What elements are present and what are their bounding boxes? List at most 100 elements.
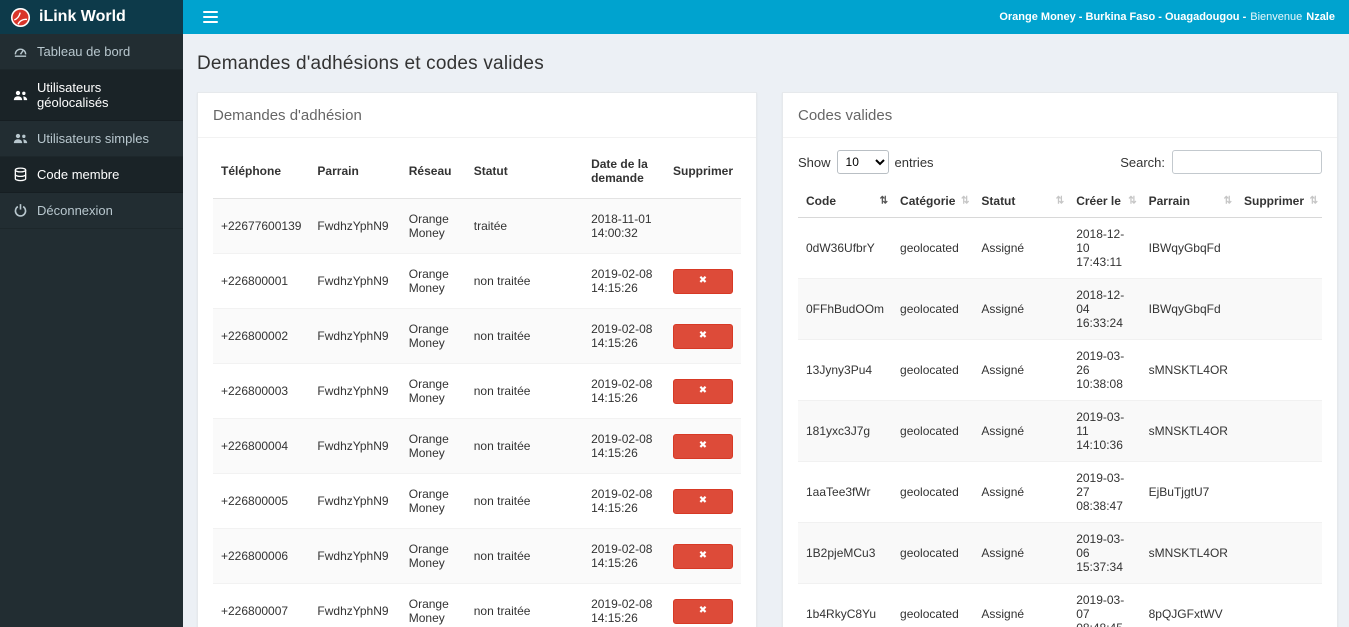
- adhesions-table: Téléphone Parrain Réseau Statut Date de …: [213, 144, 741, 627]
- categorie-cell: geolocated: [892, 339, 974, 401]
- sidebar-item-code-membre[interactable]: Code membre: [0, 157, 183, 193]
- codes-table: Code ⇅ Catégorie ⇅ Statut ⇅ Créer le ⇅ P…: [798, 185, 1322, 627]
- date-cell: 2019-03-07 08:48:45: [1068, 583, 1141, 627]
- brand: iLink World: [0, 0, 183, 34]
- adhesions-panel-title: Demandes d'adhésion: [198, 105, 756, 138]
- show-label: Show: [798, 154, 831, 170]
- sidebar-item-label: Déconnexion: [37, 203, 113, 218]
- delete-button[interactable]: ✖: [672, 598, 733, 624]
- table-row: +226800003 FwdhzYphN9 Orange Money non t…: [213, 363, 741, 419]
- column-header-sortable[interactable]: Parrain ⇅: [1140, 185, 1236, 218]
- reseau-cell: Orange Money: [400, 308, 466, 364]
- statut-cell: Assigné: [973, 583, 1069, 627]
- categorie-cell: geolocated: [892, 522, 974, 584]
- delete-button[interactable]: ✖: [672, 323, 733, 349]
- column-header-sortable[interactable]: Créer le ⇅: [1068, 185, 1141, 218]
- reseau-cell: Orange Money: [400, 253, 466, 309]
- delete-cell: ✖: [664, 308, 741, 364]
- statut-cell: traitée: [465, 198, 584, 254]
- delete-button[interactable]: ✖: [672, 268, 733, 294]
- page-length-select[interactable]: 10: [836, 150, 889, 174]
- column-header: Réseau: [400, 144, 466, 199]
- delete-button[interactable]: ✖: [672, 543, 733, 569]
- supprimer-cell: [1235, 278, 1322, 340]
- parrain-cell: sMNSKTL4OR: [1140, 339, 1236, 401]
- codes-header-row: Code ⇅ Catégorie ⇅ Statut ⇅ Créer le ⇅ P…: [798, 185, 1322, 218]
- supprimer-cell: [1235, 522, 1322, 584]
- delete-cell: ✖: [664, 363, 741, 419]
- parrain-cell: FwdhzYphN9: [309, 583, 401, 627]
- menu-toggle-button[interactable]: [197, 7, 224, 27]
- parrain-cell: 8pQJGFxtWV: [1140, 583, 1236, 627]
- categorie-cell: geolocated: [892, 400, 974, 462]
- statut-cell: Assigné: [973, 522, 1069, 584]
- sidebar-item-utilisateurs-simples[interactable]: Utilisateurs simples: [0, 121, 183, 157]
- globe-logo-icon: [10, 7, 31, 27]
- table-row: +226800001 FwdhzYphN9 Orange Money non t…: [213, 253, 741, 309]
- statut-cell: non traitée: [465, 308, 584, 364]
- table-row: 1B2pjeMCu3 geolocated Assigné 2019-03-06…: [798, 522, 1322, 584]
- sidebar-item-label: Utilisateurs géolocalisés: [37, 80, 109, 110]
- reseau-cell: Orange Money: [400, 418, 466, 474]
- column-header: Téléphone: [213, 144, 310, 199]
- date-cell: 2019-02-08 14:15:26: [583, 253, 665, 309]
- statut-cell: Assigné: [973, 217, 1069, 279]
- user-context: Orange Money - Burkina Faso - Ouagadougo…: [999, 11, 1247, 23]
- column-header-sortable[interactable]: Code ⇅: [798, 185, 893, 218]
- column-header-sortable[interactable]: Catégorie ⇅: [892, 185, 974, 218]
- column-header-sortable[interactable]: Supprimer ⇅: [1235, 185, 1322, 218]
- delete-button[interactable]: ✖: [672, 378, 733, 404]
- delete-icon: ✖: [698, 440, 708, 451]
- delete-cell: ✖: [664, 528, 741, 584]
- date-cell: 2019-02-08 14:15:26: [583, 363, 665, 419]
- delete-cell: ✖: [664, 473, 741, 529]
- statut-cell: Assigné: [973, 278, 1069, 340]
- power-icon: [14, 204, 27, 217]
- phone-cell: +226800005: [213, 473, 310, 529]
- sidebar-item-label: Code membre: [37, 167, 120, 182]
- sidebar-item-utilisateurs-geolocalises[interactable]: Utilisateurs géolocalisés: [0, 70, 183, 121]
- sort-icon: ⇅: [1055, 195, 1065, 207]
- table-row: +226800002 FwdhzYphN9 Orange Money non t…: [213, 308, 741, 364]
- statut-cell: Assigné: [973, 339, 1069, 401]
- datatable-controls: Show 10 entries Search:: [798, 150, 1322, 174]
- delete-button[interactable]: ✖: [672, 488, 733, 514]
- top-bar: iLink World Orange Money - Burkina Faso …: [0, 0, 1349, 34]
- delete-cell: ✖: [664, 418, 741, 474]
- delete-button[interactable]: ✖: [672, 433, 733, 459]
- panels-row: Demandes d'adhésion Téléphone Parrain Ré…: [197, 92, 1338, 627]
- code-cell: 1B2pjeMCu3: [798, 522, 893, 584]
- delete-icon: ✖: [698, 605, 708, 616]
- entries-label: entries: [894, 154, 934, 170]
- sidebar-item-tableau-de-bord[interactable]: Tableau de bord: [0, 34, 183, 70]
- sidebar-item-deconnexion[interactable]: Déconnexion: [0, 193, 183, 229]
- table-row: +226800005 FwdhzYphN9 Orange Money non t…: [213, 473, 741, 529]
- table-row: 1b4RkyC8Yu geolocated Assigné 2019-03-07…: [798, 583, 1322, 627]
- column-header: Statut: [465, 144, 584, 199]
- hamburger-icon: [203, 11, 218, 13]
- phone-cell: +226800001: [213, 253, 310, 309]
- search-input[interactable]: [1172, 150, 1322, 174]
- date-cell: 2019-03-11 14:10:36: [1068, 400, 1141, 462]
- search-label: Search:: [1120, 154, 1165, 170]
- welcome-text: Bienvenue: [1250, 11, 1303, 23]
- date-cell: 2018-12-10 17:43:11: [1068, 217, 1141, 279]
- column-header-sortable[interactable]: Statut ⇅: [973, 185, 1069, 218]
- table-row: +226800004 FwdhzYphN9 Orange Money non t…: [213, 418, 741, 474]
- sidebar-item-label: Tableau de bord: [37, 44, 131, 59]
- delete-icon: ✖: [698, 275, 708, 286]
- date-cell: 2019-02-08 14:15:26: [583, 473, 665, 529]
- parrain-cell: EjBuTjgtU7: [1140, 461, 1236, 523]
- statut-cell: non traitée: [465, 418, 584, 474]
- phone-cell: +22677600139: [213, 198, 310, 254]
- delete-icon: ✖: [698, 550, 708, 561]
- parrain-cell: FwdhzYphN9: [309, 528, 401, 584]
- parrain-cell: IBWqyGbqFd: [1140, 278, 1236, 340]
- table-row: 0FFhBudOOm geolocated Assigné 2018-12-04…: [798, 278, 1322, 340]
- reseau-cell: Orange Money: [400, 473, 466, 529]
- code-cell: 13Jyny3Pu4: [798, 339, 893, 401]
- statut-cell: Assigné: [973, 461, 1069, 523]
- reseau-cell: Orange Money: [400, 198, 466, 254]
- date-cell: 2019-02-08 14:15:26: [583, 308, 665, 364]
- delete-icon: ✖: [698, 330, 708, 341]
